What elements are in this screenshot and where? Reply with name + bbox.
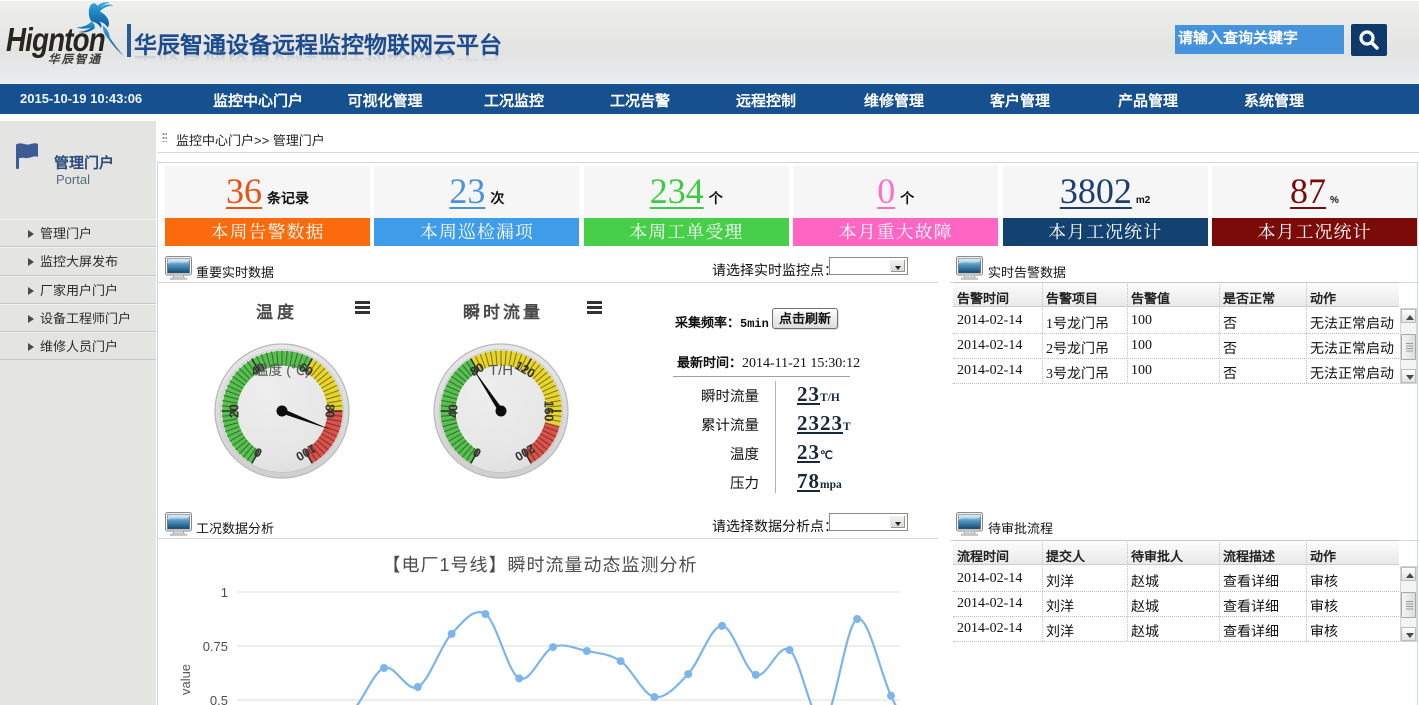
svg-text:80: 80 (323, 404, 337, 418)
svg-text:160: 160 (542, 401, 556, 422)
svg-text:温度 (℃): 温度 (℃) (254, 362, 309, 378)
svg-text:20: 20 (227, 404, 241, 418)
svg-text:40: 40 (446, 404, 460, 418)
svg-text:T/H: T/H (489, 362, 513, 379)
